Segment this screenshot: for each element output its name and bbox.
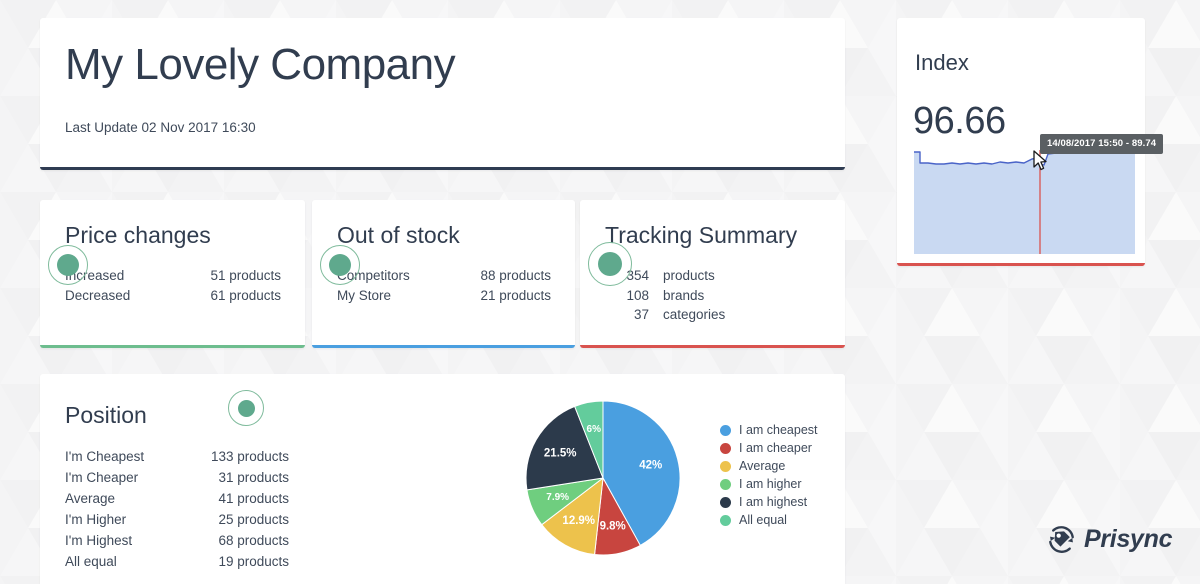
row-value: 19 products xyxy=(218,554,289,569)
tracking-summary-title: Tracking Summary xyxy=(605,222,798,248)
pie-slice-label: 21.5% xyxy=(544,448,577,460)
index-area-chart[interactable] xyxy=(914,144,1135,254)
legend-item: Average xyxy=(720,457,818,475)
status-dot-icon-fill xyxy=(238,400,255,417)
company-header-card: My Lovely Company Last Update 02 Nov 201… xyxy=(40,18,845,170)
row-count: 108 xyxy=(626,287,649,303)
prisync-sync-tag-icon xyxy=(1049,526,1074,553)
list-item: I'm Cheaper 31 products xyxy=(65,467,289,488)
legend-item: I am cheaper xyxy=(720,439,818,457)
pie-slice-label: 6% xyxy=(587,424,602,435)
legend-item: All equal xyxy=(720,511,818,529)
row-value: 61 products xyxy=(210,287,281,303)
list-item: 108 brands xyxy=(605,286,821,306)
price-changes-list: Increased 51 products Decreased 61 produ… xyxy=(65,266,281,305)
pie-slice-label: 9.8% xyxy=(600,520,626,532)
list-item: I'm Cheapest 133 products xyxy=(65,446,289,467)
row-value: 31 products xyxy=(218,470,289,485)
legend-label: I am highest xyxy=(739,495,808,509)
legend-label: I am higher xyxy=(739,477,802,491)
status-dot-icon-fill xyxy=(598,252,622,276)
legend-swatch-icon xyxy=(720,442,731,454)
pie-slice-label: 7.9% xyxy=(546,492,569,503)
position-title: Position xyxy=(65,402,147,428)
row-label: I'm Highest xyxy=(65,533,133,548)
legend-swatch-icon xyxy=(720,478,731,490)
row-label: products xyxy=(663,268,715,283)
row-value: 41 products xyxy=(218,491,289,506)
index-chart-tooltip: 14/08/2017 15:50 - 89.74 xyxy=(1040,134,1164,154)
row-value: 21 products xyxy=(480,287,551,303)
legend-label: Average xyxy=(739,459,786,473)
row-label: My Store xyxy=(337,287,392,303)
row-value: 88 products xyxy=(480,268,551,283)
row-label: Decreased xyxy=(65,287,131,303)
list-item: I'm Higher 25 products xyxy=(65,509,289,530)
out-of-stock-title: Out of stock xyxy=(337,222,460,248)
status-dot-icon-fill xyxy=(57,254,79,276)
list-item: All equal 19 products xyxy=(65,551,289,572)
row-value: 25 products xyxy=(218,512,289,527)
pie-slice-label: 12.9% xyxy=(562,515,595,527)
page-title: My Lovely Company xyxy=(65,40,456,89)
row-value: 51 products xyxy=(210,268,281,283)
row-label: I'm Higher xyxy=(65,512,127,527)
pie-legend: I am cheapest I am cheaper Average I am … xyxy=(720,421,818,529)
legend-item: I am cheapest xyxy=(720,421,818,439)
prisync-logo: Prisync xyxy=(1046,524,1173,555)
row-value: 133 products xyxy=(210,449,289,464)
row-label: I'm Cheaper xyxy=(65,470,139,485)
legend-swatch-icon xyxy=(720,460,731,472)
pie-slice-label: 42% xyxy=(639,460,662,472)
tracking-summary-accent-bar xyxy=(580,345,845,348)
index-title: Index xyxy=(915,50,969,75)
list-item: My Store 21 products xyxy=(337,286,551,306)
price-changes-accent-bar xyxy=(40,345,305,348)
index-area-fill xyxy=(914,152,1135,254)
list-item: 354 products xyxy=(605,266,821,286)
prisync-wordmark: Prisync xyxy=(1084,525,1173,553)
legend-swatch-icon xyxy=(720,424,731,436)
list-item: Average 41 products xyxy=(65,488,289,509)
legend-swatch-icon xyxy=(720,514,731,526)
mouse-pointer-icon xyxy=(1033,150,1047,171)
index-accent-bar xyxy=(897,263,1145,266)
row-label: I'm Cheapest xyxy=(65,449,145,464)
legend-swatch-icon xyxy=(720,496,731,508)
status-dot-icon-fill xyxy=(329,254,351,276)
list-item: Competitors 88 products xyxy=(337,266,551,286)
legend-item: I am highest xyxy=(720,493,818,511)
price-changes-title: Price changes xyxy=(65,222,211,248)
row-label: All equal xyxy=(65,554,117,569)
list-item: I'm Highest 68 products xyxy=(65,530,289,551)
header-accent-bar xyxy=(40,167,845,170)
row-label: brands xyxy=(663,287,705,303)
row-label: categories xyxy=(663,307,726,322)
out-of-stock-list: Competitors 88 products My Store 21 prod… xyxy=(337,266,551,305)
index-value: 96.66 xyxy=(913,100,1006,142)
out-of-stock-accent-bar xyxy=(312,345,575,348)
row-label: Average xyxy=(65,491,116,506)
row-value: 68 products xyxy=(218,533,289,548)
list-item: 37 categories xyxy=(605,305,821,325)
row-count: 37 xyxy=(633,307,649,322)
list-item: Decreased 61 products xyxy=(65,286,281,306)
last-update-text: Last Update 02 Nov 2017 16:30 xyxy=(65,120,256,135)
legend-label: All equal xyxy=(739,513,787,527)
tracking-summary-list: 354 products 108 brands 37 categories xyxy=(605,266,821,325)
legend-label: I am cheaper xyxy=(739,441,812,455)
position-pie-chart: 42% 9.8% 12.9% 7.9% 21.5% 6% xyxy=(525,400,681,556)
position-list: I'm Cheapest 133 products I'm Cheaper 31… xyxy=(65,446,289,572)
legend-item: I am higher xyxy=(720,475,818,493)
legend-label: I am cheapest xyxy=(739,423,818,437)
list-item: Increased 51 products xyxy=(65,266,281,286)
